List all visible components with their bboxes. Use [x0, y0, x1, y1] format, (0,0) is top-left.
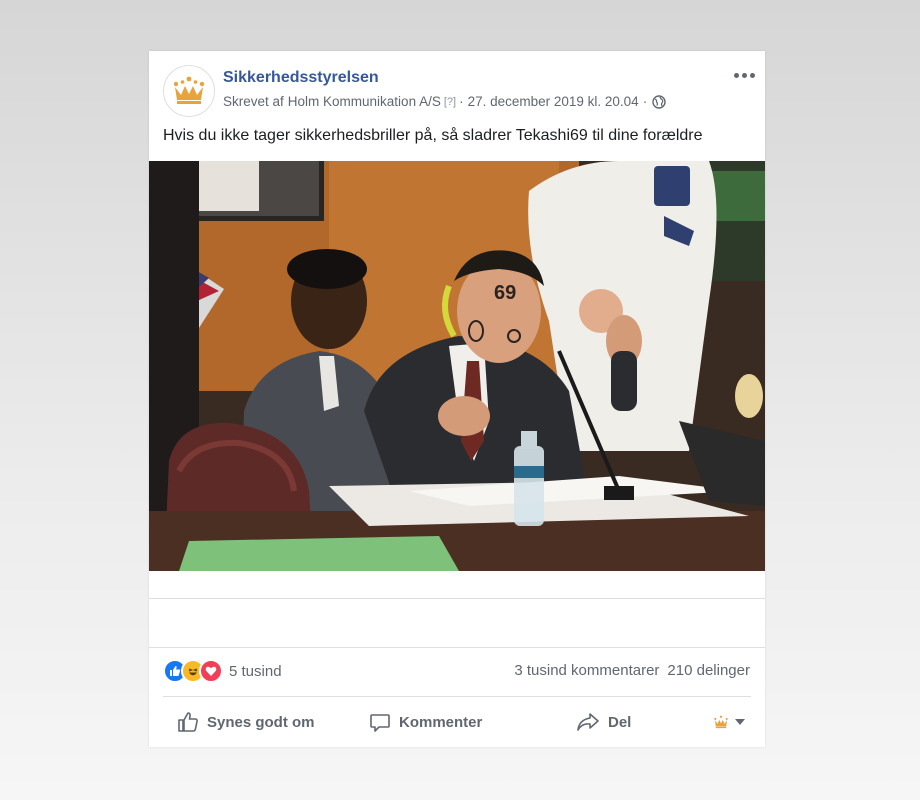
comment-bubble-icon	[370, 714, 390, 732]
post-meta: Skrevet af Holm Kommunikation A/S [?] · …	[223, 94, 666, 109]
shares-count[interactable]: 210 delinger	[667, 662, 750, 679]
svg-text:69: 69	[494, 282, 516, 304]
reactions-summary[interactable]: 5 tusind	[163, 659, 282, 683]
engagement-stats: 3 tusind kommentarer 210 delinger	[514, 662, 750, 679]
like-label: Synes godt om	[207, 713, 315, 731]
comment-button[interactable]: Kommenter	[369, 711, 482, 733]
love-reaction-icon	[199, 659, 223, 683]
share-arrow-icon	[577, 713, 599, 731]
courtroom-photo: 69	[149, 161, 765, 571]
reaction-count[interactable]: 5 tusind	[229, 663, 282, 680]
facebook-post-card: Sikkerhedsstyrelsen Skrevet af Holm Komm…	[149, 51, 765, 747]
like-button[interactable]: Synes godt om	[177, 711, 315, 733]
share-label: Del	[608, 713, 632, 731]
written-by-label: Skrevet af	[223, 94, 284, 109]
more-icon	[733, 72, 739, 78]
share-button[interactable]: Del	[576, 711, 631, 733]
crown-logo-icon	[714, 715, 728, 729]
post-photo[interactable]: 69	[149, 161, 765, 571]
thumbs-up-icon	[178, 712, 198, 732]
comments-count[interactable]: 3 tusind kommentarer	[514, 662, 659, 679]
chevron-down-icon	[735, 719, 745, 725]
action-bar: Synes godt om Kommenter Del	[163, 704, 751, 740]
meta-separator: ·	[642, 94, 648, 109]
page-avatar[interactable]	[163, 65, 215, 117]
post-text: Hvis du ikke tager sikkerhedsbriller på,…	[163, 127, 703, 144]
agency-link[interactable]: Holm Kommunikation A/S	[288, 94, 441, 109]
globe-icon[interactable]	[652, 94, 666, 109]
crown-logo-icon	[173, 76, 205, 104]
post-as-page-selector[interactable]	[713, 715, 745, 729]
comment-label: Kommenter	[399, 713, 483, 731]
meta-separator: ·	[459, 94, 464, 109]
info-mark[interactable]: [?]	[444, 96, 456, 108]
link-preview-area[interactable]	[149, 598, 765, 648]
post-timestamp[interactable]: 27. december 2019 kl. 20.04	[468, 94, 639, 109]
more-options-button[interactable]	[733, 67, 755, 83]
actions-divider	[163, 696, 751, 697]
page-name-link[interactable]: Sikkerhedsstyrelsen	[223, 69, 379, 87]
